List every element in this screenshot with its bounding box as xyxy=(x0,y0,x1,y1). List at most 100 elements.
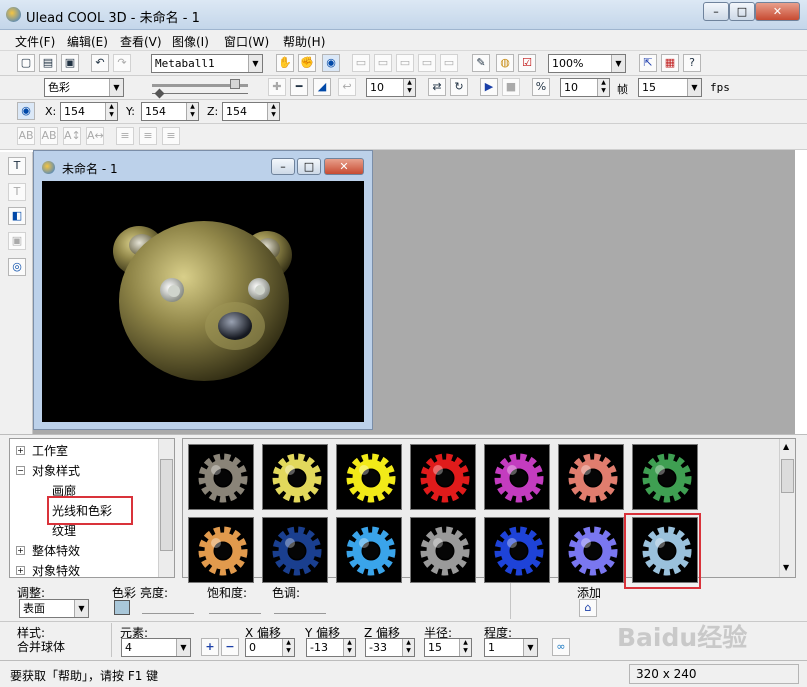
percent-icon[interactable]: % xyxy=(532,78,550,96)
stop-icon[interactable]: ■ xyxy=(502,78,520,96)
element-select[interactable]: 4 ▼ xyxy=(121,638,191,657)
gallery-thumbnail[interactable] xyxy=(632,444,698,510)
check-icon[interactable]: ☑ xyxy=(518,54,536,72)
menu-edit[interactable]: 编辑(E) xyxy=(67,33,108,50)
export-icon[interactable]: ⇱ xyxy=(639,54,657,72)
insert-text-icon[interactable]: T xyxy=(8,157,26,175)
new-file-icon[interactable]: ▢ xyxy=(17,54,35,72)
spin-icon[interactable]: ▲ ▼ xyxy=(403,79,415,96)
spin-icon[interactable]: ▲ ▼ xyxy=(343,639,355,656)
spin-icon[interactable]: ▲ ▼ xyxy=(186,103,198,120)
edit-text-icon[interactable]: T xyxy=(8,183,26,201)
minimize-button[interactable]: – xyxy=(703,2,729,21)
menu-window[interactable]: 窗口(W) xyxy=(224,33,269,50)
render-canvas[interactable] xyxy=(42,181,364,422)
gallery-scrollbar[interactable]: ▲ ▼ xyxy=(779,439,795,577)
layer-icon-2[interactable]: ▭ xyxy=(374,54,392,72)
gallery-thumbnail[interactable] xyxy=(188,444,254,510)
save-icon[interactable]: ▣ xyxy=(61,54,79,72)
menu-image[interactable]: 图像(I) xyxy=(172,33,209,50)
scroll-down-icon[interactable]: ▼ xyxy=(783,563,789,572)
text-bold-icon[interactable]: AB xyxy=(17,127,35,145)
x-offset-input[interactable]: 0 ▲ ▼ xyxy=(245,638,295,657)
gallery-thumbnail[interactable] xyxy=(188,517,254,583)
fps-select[interactable]: 15 ▼ xyxy=(638,78,702,97)
doc-minimize-button[interactable]: – xyxy=(271,158,295,175)
close-button[interactable]: ✕ xyxy=(755,2,800,21)
target-tool-icon[interactable]: ◉ xyxy=(322,54,340,72)
range-thumb[interactable] xyxy=(154,88,165,99)
tree-item-global-effects[interactable]: 整体特效 xyxy=(32,542,80,559)
redo-icon[interactable]: ↷ xyxy=(113,54,131,72)
z-offset-input[interactable]: -33 ▲ ▼ xyxy=(365,638,415,657)
add-to-gallery-icon[interactable]: ⌂ xyxy=(579,599,597,617)
gallery-thumbnail[interactable] xyxy=(484,517,550,583)
gallery-thumbnail[interactable] xyxy=(484,444,550,510)
doc-close-button[interactable]: ✕ xyxy=(324,158,364,175)
menu-view[interactable]: 查看(V) xyxy=(120,33,162,50)
tree-item-object-style[interactable]: 对象样式 xyxy=(32,462,80,479)
rotate-tool-icon[interactable]: ✊ xyxy=(298,54,316,72)
y-offset-input[interactable]: -13 ▲ ▼ xyxy=(306,638,356,657)
undo-icon[interactable]: ↶ xyxy=(91,54,109,72)
layer-icon-4[interactable]: ▭ xyxy=(418,54,436,72)
gallery-thumbnail[interactable] xyxy=(410,444,476,510)
loop-icon[interactable]: ⇄ xyxy=(428,78,446,96)
zoom-select[interactable]: 100% ▼ xyxy=(548,54,626,73)
scroll-up-icon[interactable]: ▲ xyxy=(783,442,789,451)
image-export-icon[interactable]: ▦ xyxy=(661,54,679,72)
saturation-slider[interactable] xyxy=(209,600,261,614)
menu-file[interactable]: 文件(F) xyxy=(15,33,55,50)
split-keyframe-icon[interactable]: ◢ xyxy=(313,78,331,96)
layer-icon-1[interactable]: ▭ xyxy=(352,54,370,72)
spin-icon[interactable]: ▲ ▼ xyxy=(459,639,471,656)
reverse-icon[interactable]: ↩ xyxy=(338,78,356,96)
link-icon[interactable]: ∞ xyxy=(552,638,570,656)
text-italic-icon[interactable]: AB xyxy=(40,127,58,145)
gallery-thumbnail[interactable] xyxy=(262,517,328,583)
spin-icon[interactable]: ▲ ▼ xyxy=(282,639,294,656)
position-mode-icon[interactable]: ◉ xyxy=(17,102,35,120)
context-help-icon[interactable]: ? xyxy=(683,54,701,72)
layer-icon-3[interactable]: ▭ xyxy=(396,54,414,72)
gallery-thumbnail[interactable] xyxy=(336,444,402,510)
gallery-thumbnail[interactable] xyxy=(558,517,624,583)
text-spacing-icon[interactable]: A↔ xyxy=(86,127,104,145)
slider-thumb[interactable] xyxy=(230,79,240,89)
surface-select[interactable]: 表面 ▼ xyxy=(19,599,89,618)
hue-slider[interactable] xyxy=(274,600,326,614)
tree-toggle[interactable]: + xyxy=(16,446,25,455)
tree-toggle[interactable]: + xyxy=(16,546,25,555)
spin-icon[interactable]: ▲ ▼ xyxy=(105,103,117,120)
object-select[interactable]: Metaball1 ▼ xyxy=(151,54,263,73)
color-mode-select[interactable]: 色彩 ▼ xyxy=(44,78,124,97)
tree-scrollbar[interactable] xyxy=(158,439,174,577)
speed-input[interactable]: 10 ▲ ▼ xyxy=(560,78,610,97)
hand-tool-icon[interactable]: ✋ xyxy=(276,54,294,72)
menu-help[interactable]: 帮助(H) xyxy=(283,33,325,50)
x-input[interactable]: 154 ▲ ▼ xyxy=(60,102,118,121)
degree-select[interactable]: 1 ▼ xyxy=(484,638,538,657)
tree-item-object-effects[interactable]: 对象特效 xyxy=(32,562,80,579)
gallery-thumbnail[interactable] xyxy=(410,517,476,583)
tree-toggle[interactable]: + xyxy=(16,566,25,575)
open-folder-icon[interactable]: ▤ xyxy=(39,54,57,72)
y-input[interactable]: 154 ▲ ▼ xyxy=(141,102,199,121)
align-left-icon[interactable]: ≡ xyxy=(116,127,134,145)
gallery-thumbnail[interactable] xyxy=(558,444,624,510)
doc-maximize-button[interactable]: □ xyxy=(297,158,321,175)
geometry-icon[interactable]: ◎ xyxy=(8,258,26,276)
tree-item-studio[interactable]: 工作室 xyxy=(32,442,68,459)
scroll-thumb[interactable] xyxy=(781,459,794,493)
spin-icon[interactable]: ▲ ▼ xyxy=(597,79,609,96)
remove-element-icon[interactable]: − xyxy=(221,638,239,656)
align-right-icon[interactable]: ≡ xyxy=(162,127,180,145)
scroll-thumb[interactable] xyxy=(160,459,173,551)
pin-icon[interactable]: ✎ xyxy=(472,54,490,72)
frame-input[interactable]: 10 ▲ ▼ xyxy=(366,78,416,97)
add-element-icon[interactable]: + xyxy=(201,638,219,656)
insert-graphic-icon[interactable]: ◧ xyxy=(8,207,26,225)
gallery-thumbnail[interactable] xyxy=(336,517,402,583)
z-input[interactable]: 154 ▲ ▼ xyxy=(222,102,280,121)
brightness-slider[interactable] xyxy=(142,600,194,614)
